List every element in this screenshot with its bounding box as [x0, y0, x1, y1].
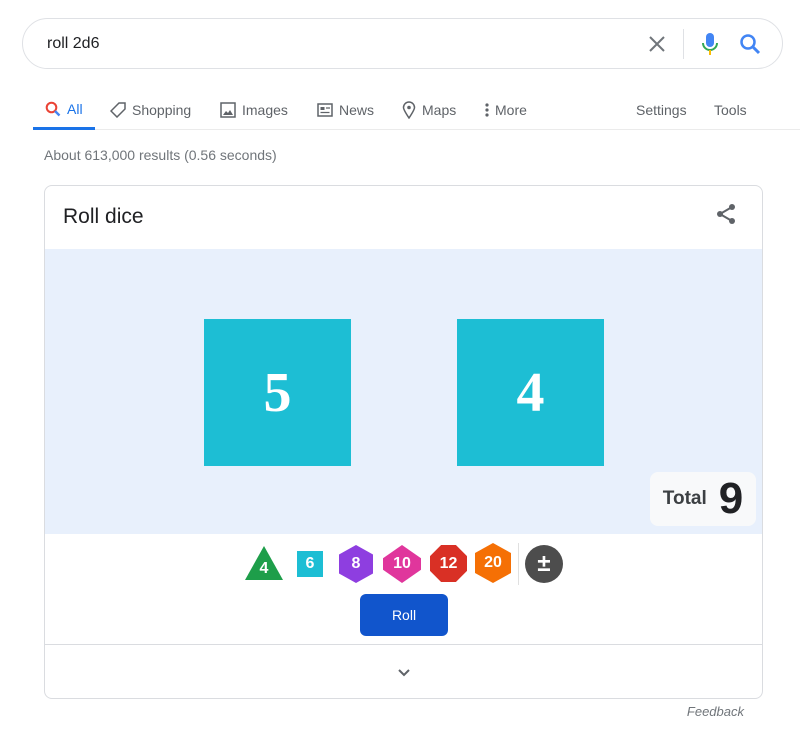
- tag-icon: [110, 102, 126, 118]
- result-stats: About 613,000 results (0.56 seconds): [44, 147, 277, 163]
- feedback-link[interactable]: Feedback: [687, 704, 744, 719]
- tab-label: Maps: [422, 102, 457, 118]
- modifier-button[interactable]: ±: [525, 545, 563, 583]
- settings-link[interactable]: Settings: [636, 90, 687, 130]
- add-d8-button[interactable]: 8: [339, 545, 373, 583]
- expand-button[interactable]: [45, 644, 762, 698]
- divider: [683, 28, 684, 59]
- tab-more[interactable]: More: [485, 90, 527, 130]
- chevron-down-icon: [397, 668, 410, 676]
- die-picker: 4 6 8 10 12 20 ±: [45, 538, 762, 588]
- add-d6-button[interactable]: 6: [297, 551, 323, 577]
- add-d10-button[interactable]: 10: [383, 545, 421, 583]
- tab-maps[interactable]: Maps: [402, 90, 456, 130]
- map-pin-icon: [402, 101, 416, 119]
- tab-news[interactable]: News: [317, 90, 374, 130]
- add-d4-button[interactable]: 4: [245, 546, 283, 580]
- clear-icon[interactable]: [637, 19, 677, 68]
- search-box[interactable]: [22, 18, 783, 69]
- die-result: 4: [457, 319, 604, 466]
- roll-button[interactable]: Roll: [360, 594, 448, 636]
- search-icon[interactable]: [730, 19, 770, 68]
- card-title: Roll dice: [63, 205, 144, 228]
- total-label: Total: [662, 488, 707, 509]
- add-d20-button[interactable]: 20: [475, 543, 511, 583]
- share-icon[interactable]: [714, 202, 738, 231]
- tab-images[interactable]: Images: [220, 90, 288, 130]
- tab-shopping[interactable]: Shopping: [110, 90, 191, 130]
- search-icon: [45, 101, 61, 116]
- total-display: Total 9: [650, 472, 756, 526]
- divider: [518, 543, 519, 585]
- search-input[interactable]: [45, 33, 637, 54]
- total-value: 9: [718, 474, 744, 523]
- add-d12-button[interactable]: 12: [430, 545, 467, 582]
- more-vert-icon: [485, 103, 489, 117]
- die-result: 5: [204, 319, 351, 466]
- search-tabs: All Shopping Images News Maps More Setti…: [33, 90, 800, 130]
- tab-label: More: [495, 102, 527, 118]
- tab-all[interactable]: All: [33, 90, 95, 130]
- tab-label: All: [67, 100, 83, 117]
- news-icon: [317, 103, 333, 117]
- tab-label: Images: [242, 102, 288, 118]
- tab-label: Shopping: [132, 102, 192, 118]
- image-icon: [220, 102, 236, 118]
- microphone-icon[interactable]: [690, 19, 730, 68]
- dice-roller-card: Roll dice 5 4 Total 9 4 6 8 10 12 20 ± R…: [44, 185, 763, 699]
- tools-link[interactable]: Tools: [714, 90, 747, 130]
- tab-label: News: [339, 102, 375, 118]
- dice-stage: 5 4 Total 9: [45, 249, 762, 534]
